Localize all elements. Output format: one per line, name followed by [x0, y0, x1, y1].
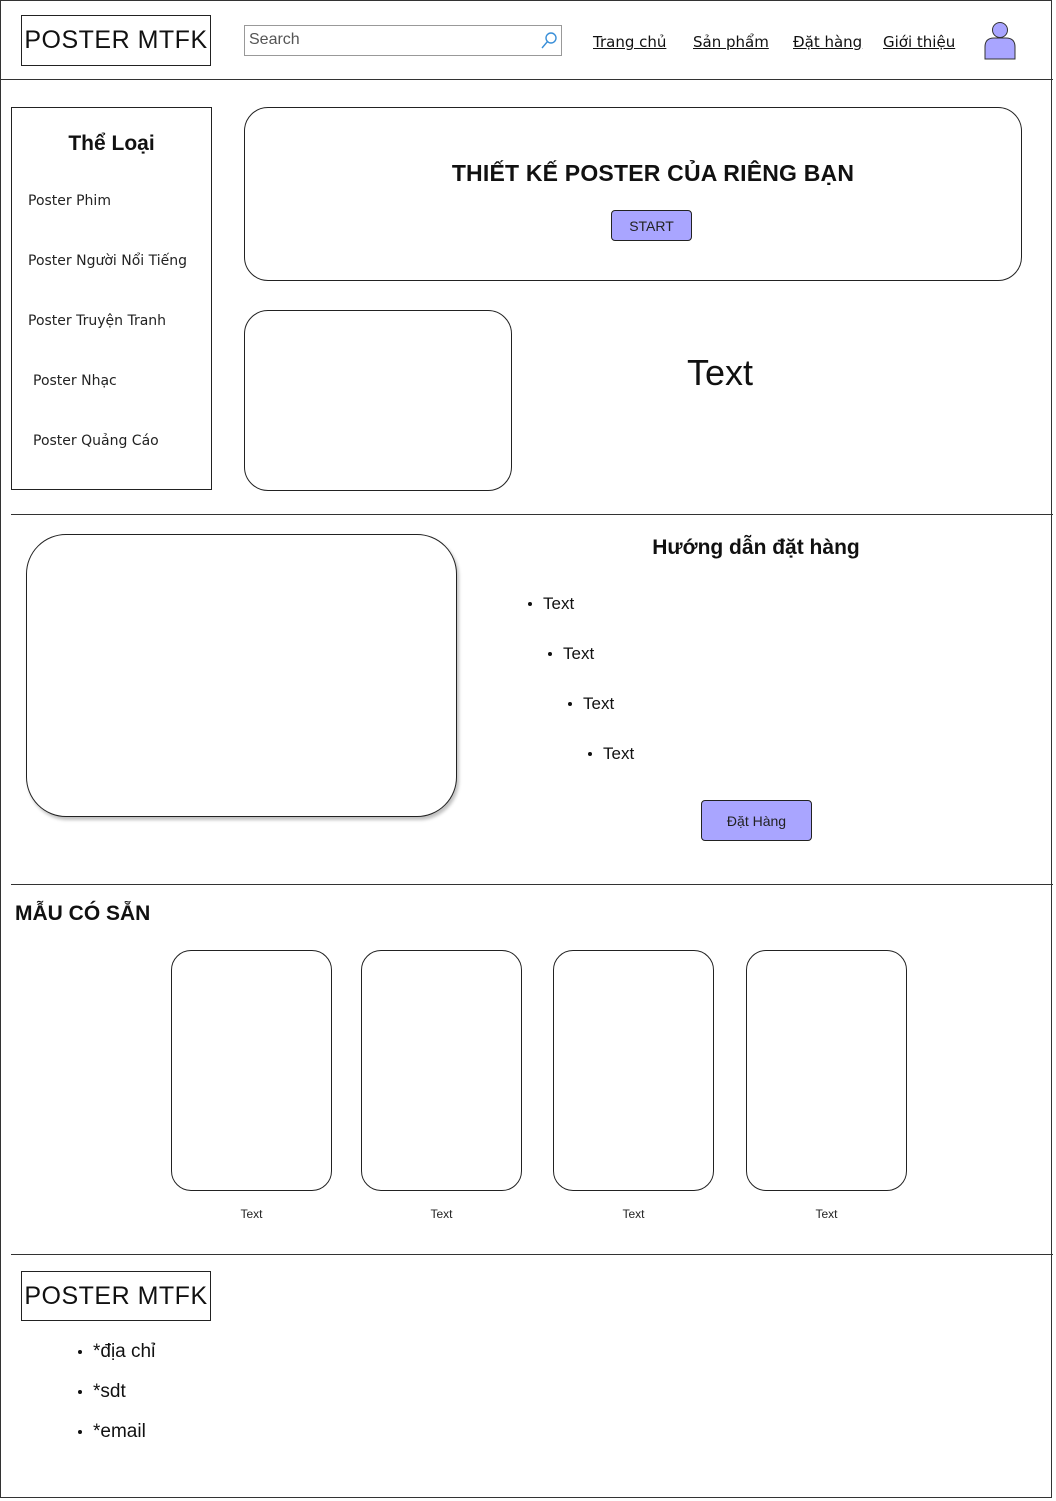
- guide-title: Hướng dẫn đặt hàng: [652, 536, 860, 559]
- start-button[interactable]: START: [611, 210, 692, 241]
- nav-products[interactable]: Sản phẩm: [693, 33, 769, 51]
- search-bar[interactable]: [244, 25, 562, 56]
- bullet-dot: [78, 1390, 82, 1394]
- feature-image-placeholder: [244, 310, 512, 491]
- bullet-dot: [78, 1350, 82, 1354]
- section-divider-1: [11, 514, 1053, 515]
- guide-step-4: Text: [588, 744, 634, 764]
- guide-step-text: Text: [563, 644, 595, 663]
- guide-step-1: Text: [528, 594, 574, 614]
- template-caption-1: Text: [240, 1207, 263, 1221]
- category-title: Thể Loại: [68, 132, 155, 155]
- bullet-dot: [528, 602, 532, 606]
- hero-banner: [244, 107, 1022, 281]
- guide-step-text: Text: [543, 594, 575, 613]
- template-caption-4: Text: [815, 1207, 838, 1221]
- template-card-3[interactable]: [553, 950, 714, 1191]
- bullet-dot: [78, 1430, 82, 1434]
- footer-email-text: *email: [93, 1421, 146, 1442]
- header-divider: [1, 79, 1053, 80]
- nav-about[interactable]: Giới thiệu: [883, 33, 955, 51]
- guide-step-2: Text: [548, 644, 594, 664]
- section-divider-2: [11, 884, 1053, 885]
- footer-logo[interactable]: POSTER MTFK: [21, 1271, 211, 1321]
- section-divider-3: [11, 1254, 1053, 1255]
- nav-order[interactable]: Đặt hàng: [793, 33, 862, 51]
- footer-email: *email: [78, 1421, 146, 1443]
- template-card-1[interactable]: [171, 950, 332, 1191]
- footer-address: *địa chỉ: [78, 1341, 155, 1363]
- user-avatar-icon[interactable]: [983, 21, 1017, 61]
- guide-image-placeholder: [26, 534, 457, 817]
- category-item-advertising[interactable]: Poster Quảng Cáo: [33, 433, 159, 449]
- nav-home[interactable]: Trang chủ: [593, 33, 666, 51]
- template-caption-3: Text: [622, 1207, 645, 1221]
- feature-text: Text: [686, 352, 754, 393]
- category-item-music[interactable]: Poster Nhạc: [33, 373, 117, 389]
- bullet-dot: [588, 752, 592, 756]
- footer-phone: *sdt: [78, 1381, 126, 1403]
- header-logo-text: POSTER MTFK: [24, 26, 208, 54]
- order-button[interactable]: Đặt Hàng: [701, 800, 812, 841]
- footer-phone-text: *sdt: [93, 1381, 126, 1402]
- template-card-4[interactable]: [746, 950, 907, 1191]
- guide-step-3: Text: [568, 694, 614, 714]
- guide-step-text: Text: [603, 744, 635, 763]
- hero-title: THIẾT KẾ POSTER CỦA RIÊNG BẠN: [451, 160, 855, 186]
- order-button-label: Đặt Hàng: [726, 812, 787, 829]
- bullet-dot: [548, 652, 552, 656]
- guide-step-text: Text: [583, 694, 615, 713]
- search-icon[interactable]: [540, 31, 558, 51]
- category-item-comic[interactable]: Poster Truyện Tranh: [28, 313, 166, 329]
- footer-logo-text: POSTER MTFK: [24, 1281, 208, 1310]
- category-item-celebrity[interactable]: Poster Người Nổi Tiếng: [28, 253, 187, 269]
- templates-title: MẪU CÓ SẴN: [15, 902, 151, 925]
- category-item-movie[interactable]: Poster Phim: [28, 193, 111, 209]
- template-card-2[interactable]: [361, 950, 522, 1191]
- bullet-dot: [568, 702, 572, 706]
- template-caption-2: Text: [430, 1207, 453, 1221]
- footer-address-text: *địa chỉ: [93, 1341, 156, 1362]
- start-button-label: START: [629, 217, 674, 234]
- search-input[interactable]: [245, 26, 539, 54]
- header-logo[interactable]: POSTER MTFK: [21, 15, 211, 66]
